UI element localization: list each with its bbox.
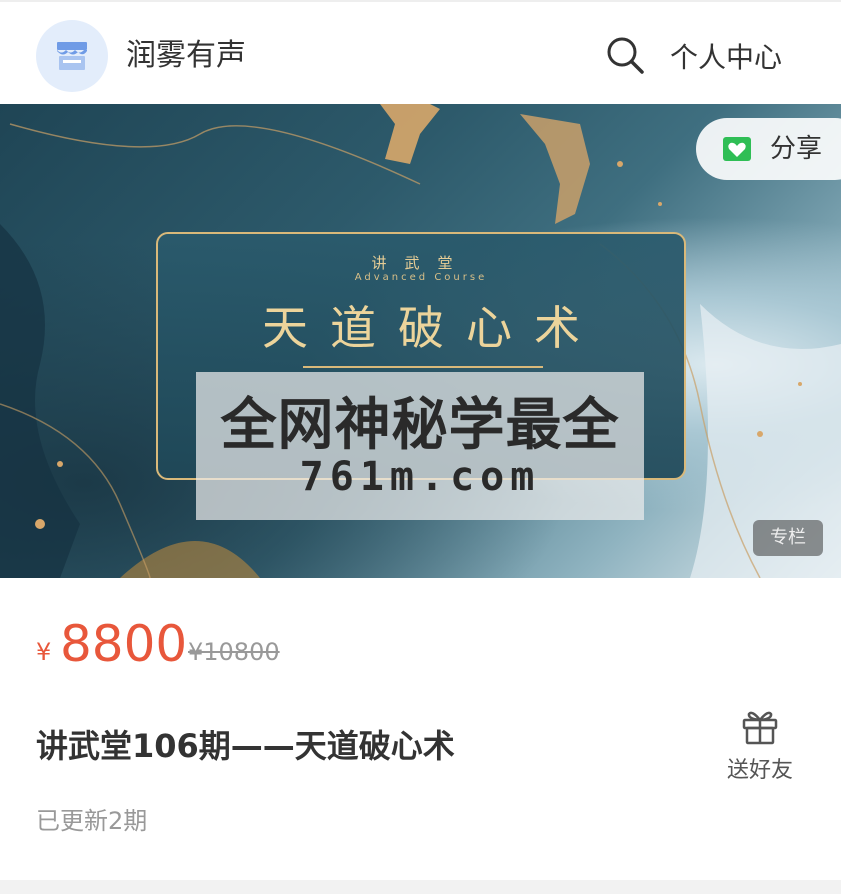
section-divider bbox=[0, 880, 841, 894]
store-icon bbox=[57, 42, 87, 70]
cover-divider bbox=[303, 366, 543, 368]
watermark-line-2: 761m.com bbox=[299, 454, 541, 500]
gift-icon bbox=[742, 711, 778, 745]
watermark-line-1: 全网神秘学最全 bbox=[220, 393, 620, 458]
send-to-friend-button[interactable]: 送好友 bbox=[720, 706, 800, 786]
cover-brand: 讲武堂 bbox=[371, 254, 471, 272]
share-label: 分享 bbox=[770, 134, 823, 164]
course-title: 讲武堂106期——天道破心术 bbox=[36, 727, 455, 765]
cover-title: 天道破心术 bbox=[262, 301, 602, 355]
gift-label: 送好友 bbox=[726, 758, 793, 783]
cover-subtitle: Advanced Course bbox=[354, 272, 488, 283]
price-original: ¥10800 bbox=[188, 638, 280, 666]
update-status: 已更新2期 bbox=[36, 807, 148, 835]
search-button[interactable] bbox=[604, 34, 646, 76]
price-currency: ¥ bbox=[36, 638, 52, 666]
share-button[interactable]: 分享 bbox=[696, 118, 841, 180]
price-current: 8800 bbox=[60, 615, 188, 673]
shop-name: 润雾有声 bbox=[126, 38, 246, 73]
top-header: 润雾有声 个人中心 bbox=[0, 0, 841, 104]
shop-logo[interactable] bbox=[36, 20, 108, 92]
column-badge: 专栏 bbox=[753, 520, 823, 556]
wechat-share-icon bbox=[723, 137, 751, 161]
course-banner: 讲武堂 Advanced Course 天道破心术 全网神秘学最全 761m.c… bbox=[0, 104, 841, 578]
personal-center-link[interactable]: 个人中心 bbox=[670, 38, 782, 78]
search-icon bbox=[607, 37, 644, 74]
